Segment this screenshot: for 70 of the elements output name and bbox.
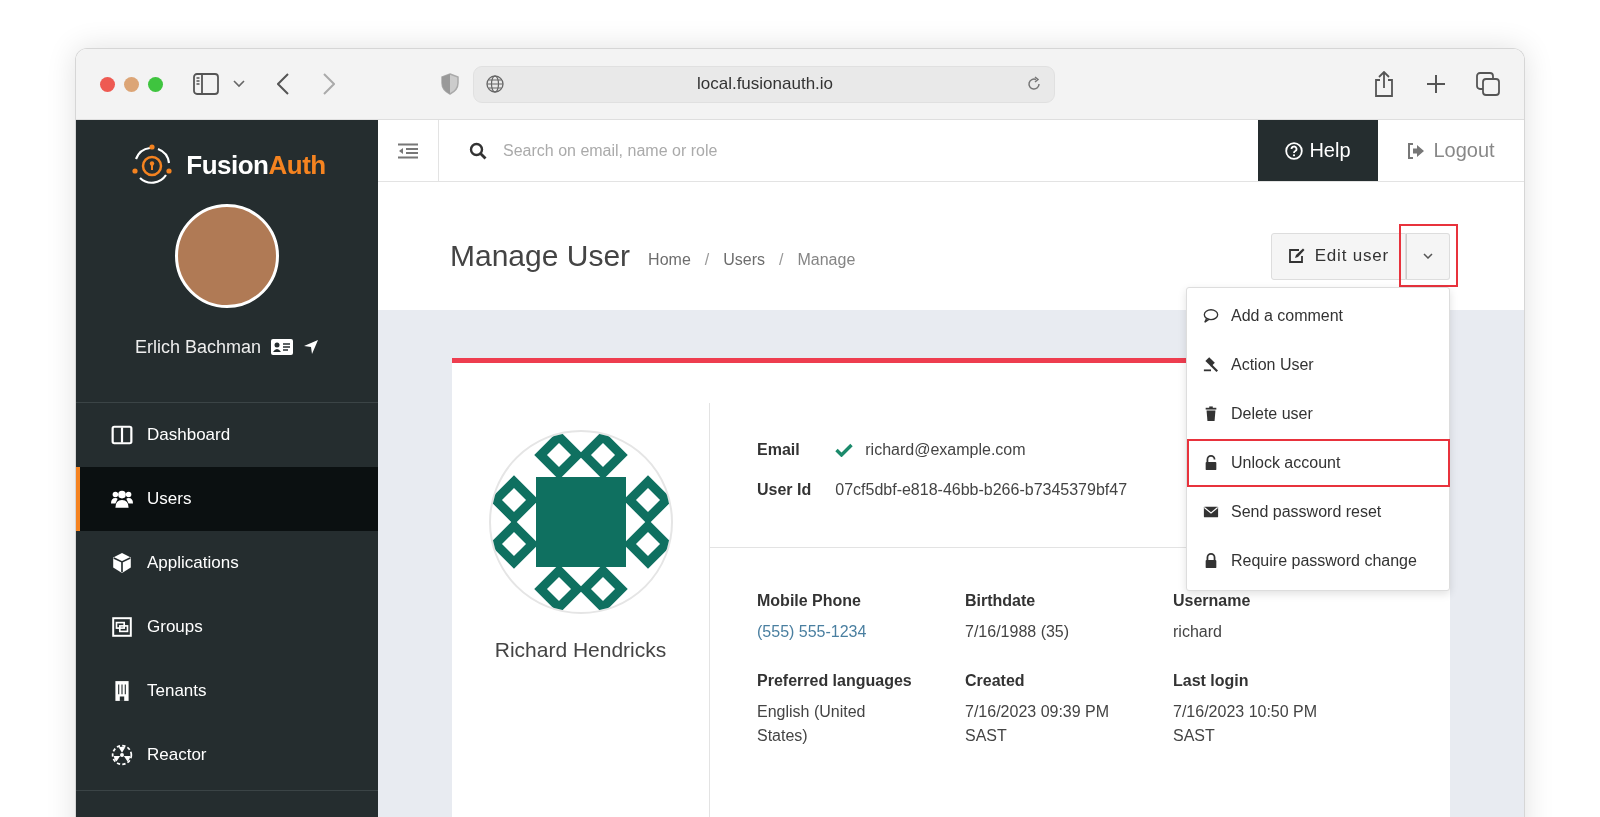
caret-icon — [1423, 253, 1433, 259]
nav-item[interactable]: Groups — [76, 595, 378, 659]
search-icon — [469, 141, 487, 160]
question-circle-icon — [1285, 141, 1304, 160]
menu-item[interactable]: Action User — [1187, 341, 1449, 389]
columns-icon — [111, 424, 133, 446]
unlocked-padlock-icon — [1203, 455, 1219, 471]
edit-icon — [1287, 248, 1305, 264]
brand-name: FusionAuth — [186, 149, 326, 181]
phone-link[interactable]: (555) 555-1234 — [757, 623, 867, 640]
envelope-icon — [1203, 504, 1219, 520]
padlock-icon — [1203, 553, 1219, 569]
user-name: Erlich Bachman — [134, 336, 262, 358]
reload-icon[interactable] — [1026, 76, 1042, 92]
address-bar[interactable]: local.fusionauth.io — [473, 65, 1055, 103]
share-icon[interactable] — [1374, 71, 1394, 97]
field-value: richard — [1173, 622, 1223, 642]
sign-out-icon — [1407, 142, 1426, 159]
chevron-down-icon[interactable] — [233, 80, 245, 88]
plus-icon[interactable] — [1426, 74, 1446, 94]
nav-item[interactable]: Applications — [76, 531, 378, 595]
field-label: Preferred languages — [757, 672, 913, 690]
email-value: richard@example.com — [865, 441, 1026, 459]
field-value: English (United States) — [757, 702, 867, 746]
search-field[interactable]: Search on email, name or role — [501, 140, 1258, 161]
tabs-overview-icon[interactable] — [1476, 72, 1500, 96]
cube-icon — [111, 552, 133, 574]
menu-item[interactable]: Send password reset — [1187, 488, 1449, 536]
user-full-name: Richard Hendricks — [494, 638, 667, 662]
field-label: Username — [1173, 592, 1252, 610]
shield-icon[interactable] — [441, 73, 459, 95]
close-button[interactable] — [100, 76, 115, 92]
user-id-value: 07cf5dbf-e818-46bb-b266-b7345379bf47 — [835, 481, 1128, 499]
breadcrumb-link[interactable]: Users — [723, 251, 765, 269]
trash-icon — [1203, 406, 1219, 422]
field-value: 7/16/2023 10:50 PM SAST — [1173, 702, 1319, 746]
location-arrow-icon[interactable] — [303, 339, 320, 355]
sidebar-toggle-icon[interactable] — [193, 73, 219, 95]
menu-item[interactable]: Require password change — [1187, 537, 1449, 585]
nav-item[interactable]: Reactor — [76, 723, 378, 787]
edit-user-button[interactable]: Edit user — [1270, 232, 1406, 280]
help-button[interactable]: Help — [1258, 120, 1378, 181]
users-icon — [111, 488, 133, 510]
gavel-icon — [1203, 357, 1219, 373]
frame-icon — [111, 616, 133, 638]
breadcrumb-link[interactable]: Home — [648, 251, 691, 269]
breadcrumb-current: Manage — [797, 251, 856, 269]
field-label: Mobile Phone — [757, 592, 862, 610]
id-card-icon[interactable] — [271, 339, 294, 355]
field-label: User Id — [757, 481, 812, 499]
nav-item[interactable]: Tenants — [76, 659, 378, 723]
menu-item[interactable]: Delete user — [1187, 390, 1449, 438]
breadcrumb-separator: / — [704, 251, 710, 269]
breadcrumb-separator: / — [779, 251, 784, 269]
field-label: Birthdate — [965, 592, 1037, 610]
nav-item[interactable]: Dashboard — [76, 403, 378, 467]
field-label: Email — [757, 441, 800, 459]
page-title: Manage User — [450, 239, 631, 273]
radiation-icon — [111, 744, 133, 766]
nav-item[interactable]: Users — [76, 467, 378, 531]
speech-bubble-icon — [1203, 308, 1219, 324]
globe-icon — [486, 75, 504, 93]
menu-item[interactable]: Add a comment — [1187, 292, 1449, 340]
menu-item[interactable]: Unlock account — [1187, 439, 1450, 487]
field-label: Created — [965, 672, 1026, 690]
menu-collapse-icon[interactable] — [397, 142, 419, 159]
dropdown-toggle-button[interactable] — [1406, 232, 1450, 280]
field-value: 7/16/1988 (35) — [965, 622, 1071, 642]
field-value: 7/16/2023 09:39 PM SAST — [965, 702, 1111, 746]
field-label: Last login — [1173, 672, 1250, 690]
